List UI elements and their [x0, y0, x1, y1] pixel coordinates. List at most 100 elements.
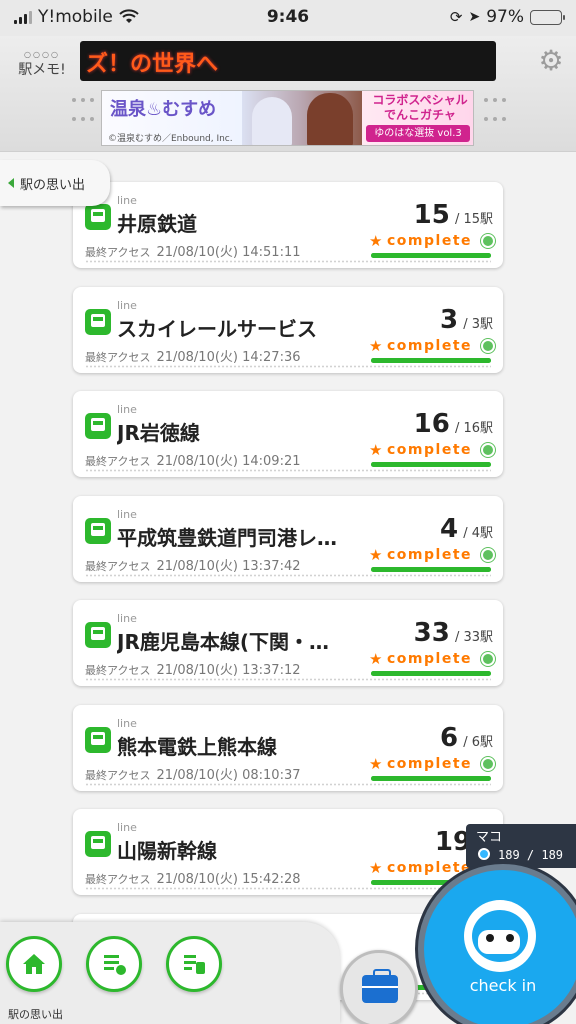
visited-count: 16 — [413, 409, 450, 439]
line-name: JR鹿児島本線(下関・… — [117, 630, 329, 654]
station-count: 33 / 33駅 — [414, 618, 493, 648]
complete-label: complete — [387, 860, 473, 876]
line-card[interactable]: line 井原鉄道 最終アクセス 21/08/10(火) 14:51:11 15 … — [73, 182, 503, 268]
mascot-mini-icon — [481, 757, 495, 771]
complete-badge: ★ complete — [369, 755, 495, 775]
nav-caption: 駅の思い出 — [8, 1008, 63, 1021]
line-kind: line — [117, 717, 137, 730]
line-name: 熊本電鉄上熊本線 — [117, 735, 277, 759]
progress-bar — [371, 358, 491, 363]
progress-bar — [371, 253, 491, 258]
station-count: 6 / 6駅 — [440, 723, 493, 753]
train-icon — [85, 622, 111, 648]
news-ticker[interactable]: ズ！の世界へ — [80, 41, 496, 81]
logo-dots: ○○○○ — [24, 50, 60, 59]
progress-fill — [371, 776, 491, 781]
complete-label: complete — [387, 756, 473, 772]
nav-station-button[interactable] — [166, 936, 222, 992]
toolbox-icon — [362, 969, 398, 1003]
progress-bar — [371, 776, 491, 781]
location-icon: ➤ — [468, 9, 481, 25]
visited-count: 33 — [413, 618, 450, 648]
banner-headline: コラボスペシャル でんこガチャ — [372, 93, 468, 122]
mascot-mini-icon — [481, 443, 495, 457]
last-access: 最終アクセス 21/08/10(火) 13:37:12 — [85, 659, 301, 678]
nav-memo-button[interactable] — [86, 936, 142, 992]
line-name: 井原鉄道 — [117, 212, 197, 236]
station-count: 15 / 15駅 — [414, 200, 493, 230]
complete-label: complete — [387, 442, 473, 458]
total-count: / 6駅 — [463, 735, 493, 750]
last-access-label: 最終アクセス — [85, 455, 151, 468]
line-card[interactable]: line 熊本電鉄上熊本線 最終アクセス 21/08/10(火) 08:10:37… — [73, 705, 503, 791]
star-icon: ★ — [369, 755, 383, 773]
station-count: 4 / 4駅 — [440, 514, 493, 544]
last-access: 最終アクセス 21/08/10(火) 14:27:36 — [85, 346, 301, 365]
station-list-icon — [184, 955, 205, 974]
total-count: / 33駅 — [454, 630, 493, 645]
status-bar: Y!mobile 9:46 ⟳ ➤ 97% — [0, 0, 576, 36]
line-kind: line — [117, 403, 137, 416]
train-icon — [85, 413, 111, 439]
star-icon: ★ — [369, 232, 383, 250]
dotted-divider — [85, 887, 491, 890]
progress-fill — [371, 671, 491, 676]
line-card[interactable]: line 山陽新幹線 最終アクセス 21/08/10(火) 15:42:28 19… — [73, 809, 503, 895]
last-access-label: 最終アクセス — [85, 351, 151, 364]
star-icon: ★ — [369, 859, 383, 877]
logo-text: 駅メモ! — [18, 62, 66, 78]
line-name: JR岩徳線 — [117, 421, 200, 445]
complete-label: complete — [387, 338, 473, 354]
last-access: 最終アクセス 21/08/10(火) 13:37:42 — [85, 555, 301, 574]
progress-bar — [371, 567, 491, 572]
progress-fill — [371, 253, 491, 258]
last-access-label: 最終アクセス — [85, 664, 151, 677]
line-name: 山陽新幹線 — [117, 839, 217, 863]
banner-title: 温泉♨むすめ — [110, 99, 217, 120]
dotted-divider — [85, 783, 491, 786]
last-access-time: 21/08/10(火) 15:42:28 — [156, 872, 301, 887]
user-badge: マコ 189 / 189 — [466, 824, 576, 868]
station-count: 3 / 3駅 — [440, 305, 493, 335]
mascot-mini-icon — [481, 548, 495, 562]
line-card[interactable]: line JR鹿児島本線(下関・… 最終アクセス 21/08/10(火) 13:3… — [73, 600, 503, 686]
ad-banner[interactable]: 温泉♨むすめ ©温泉むすめ／Enbound, Inc. コラボスペシャル でんこ… — [101, 90, 474, 146]
line-card[interactable]: line 平成筑豊鉄道門司港レ… 最終アクセス 21/08/10(火) 13:37… — [73, 496, 503, 582]
line-kind: line — [117, 821, 137, 834]
train-icon — [85, 204, 111, 230]
total-count: / 4駅 — [463, 526, 493, 541]
complete-badge: ★ complete — [369, 441, 495, 461]
last-access-time: 21/08/10(火) 14:51:11 — [156, 245, 301, 260]
progress-fill — [371, 567, 491, 572]
toolbox-button[interactable] — [340, 950, 418, 1024]
back-button[interactable]: 駅の思い出 — [0, 160, 110, 206]
line-card[interactable]: line JR岩徳線 最終アクセス 21/08/10(火) 14:09:21 16… — [73, 391, 503, 477]
line-card[interactable]: line スカイレールサービス 最終アクセス 21/08/10(火) 14:27:… — [73, 287, 503, 373]
train-icon — [85, 309, 111, 335]
progress-fill — [371, 358, 491, 363]
last-access-label: 最終アクセス — [85, 560, 151, 573]
star-icon: ★ — [369, 546, 383, 564]
complete-badge: ★ complete — [369, 650, 495, 670]
star-icon: ★ — [369, 337, 383, 355]
rotation-lock-icon: ⟳ — [449, 8, 463, 26]
last-access-time: 21/08/10(火) 13:37:12 — [156, 663, 301, 678]
last-access-label: 最終アクセス — [85, 769, 151, 782]
visited-count: 6 — [440, 723, 459, 753]
battery-icon — [530, 9, 565, 25]
app-logo[interactable]: ○○○○ 駅メモ! — [12, 50, 72, 79]
mascot-mini-icon — [481, 652, 495, 666]
last-access-time: 21/08/10(火) 14:27:36 — [156, 350, 301, 365]
nav-home-button[interactable] — [6, 936, 62, 992]
visited-count: 4 — [440, 514, 459, 544]
gear-icon[interactable]: ⚙ — [538, 47, 564, 75]
visited-count: 15 — [413, 200, 450, 230]
line-name: 平成筑豊鉄道門司港レ… — [117, 526, 337, 550]
status-right: ⟳ ➤ 97% — [449, 7, 565, 27]
train-icon — [85, 518, 111, 544]
progress-bar — [371, 462, 491, 467]
last-access-time: 21/08/10(火) 14:09:21 — [156, 454, 301, 469]
line-kind: line — [117, 508, 137, 521]
home-icon — [23, 954, 45, 974]
line-kind: line — [117, 612, 137, 625]
